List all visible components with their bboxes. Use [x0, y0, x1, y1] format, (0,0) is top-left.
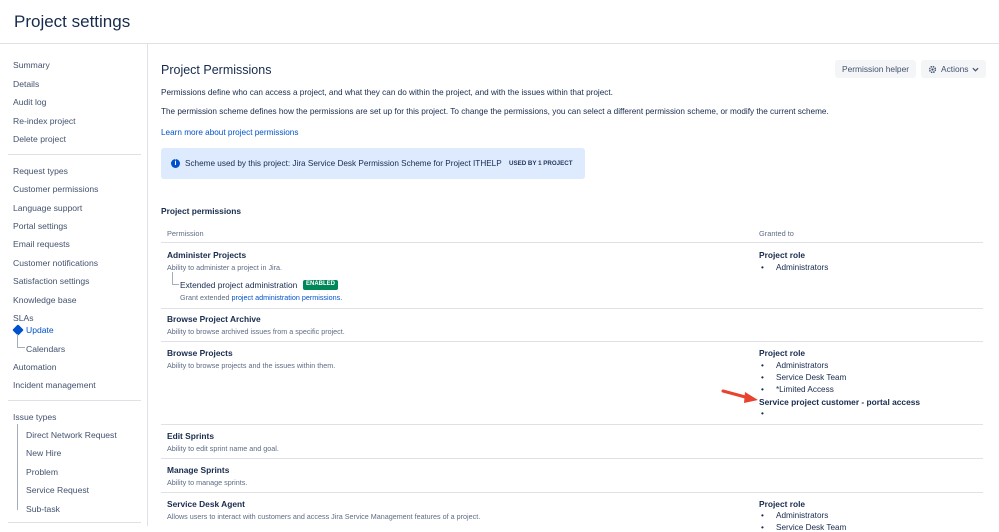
permission-name: Service Desk Agent — [167, 499, 245, 509]
table-row-divider — [161, 458, 983, 459]
sidebar-item-new-hire[interactable]: New Hire — [26, 448, 61, 458]
info-icon: i — [171, 159, 180, 168]
extended-admin-permissions-link[interactable]: project administration permissions. — [232, 293, 343, 302]
main-content: Project Permissions Permission helper Ac… — [149, 44, 999, 532]
gear-icon — [928, 65, 937, 73]
permission-description: Ability to administer a project in Jira. — [167, 263, 283, 272]
grant-type: Project role — [759, 348, 806, 358]
sidebar-divider — [8, 154, 141, 155]
scheme-description: The permission scheme defines how the pe… — [161, 107, 829, 116]
sidebar-item-service-request[interactable]: Service Request — [26, 485, 89, 495]
sidebar-item-delete-project[interactable]: Delete project — [13, 134, 66, 144]
permission-name: Administer Projects — [167, 250, 247, 260]
sidebar-item-sub-task[interactable]: Sub-task — [26, 504, 60, 514]
sidebar-item-knowledge-base[interactable]: Knowledge base — [13, 295, 77, 305]
permission-name: Browse Project Archive — [167, 314, 261, 324]
sidebar-item-incident-management[interactable]: Incident management — [13, 380, 96, 390]
sidebar-item-request-types[interactable]: Request types — [13, 166, 68, 176]
sidebar-item-automation[interactable]: Automation — [13, 362, 56, 372]
extended-admin-desc-prefix: Grant extended — [180, 293, 232, 302]
sidebar-item-reindex[interactable]: Re-index project — [13, 116, 76, 126]
permission-helper-label: Permission helper — [842, 64, 910, 74]
sidebar-item-issue-types[interactable]: Issue types — [13, 412, 56, 422]
chevron-down-icon — [972, 67, 980, 72]
grant-type: Project role — [759, 250, 806, 260]
scheme-usage-badge[interactable]: USED BY 1 PROJECT — [509, 160, 573, 167]
sidebar-divider — [8, 400, 141, 401]
table-row-divider — [161, 424, 983, 425]
sidebar-item-customer-notifications[interactable]: Customer notifications — [13, 258, 98, 268]
sidebar-item-details[interactable]: Details — [13, 79, 39, 89]
sidebar-item-summary[interactable]: Summary — [13, 60, 50, 70]
column-header-granted-to: Granted to — [759, 229, 794, 238]
table-row-divider — [161, 492, 983, 493]
sidebar-item-slas[interactable]: SLAs — [13, 313, 34, 323]
scheme-info-panel: i Scheme used by this project: Jira Serv… — [161, 148, 585, 179]
sidebar-item-customer-permissions[interactable]: Customer permissions — [13, 184, 98, 194]
page-header-title: Project settings — [14, 12, 131, 31]
permission-name: Edit Sprints — [167, 431, 214, 441]
grant-type: Project role — [759, 499, 806, 509]
grant-type: Service project customer - portal access — [759, 397, 921, 407]
grant-item: Service Desk Team — [761, 373, 846, 382]
grant-item: *Limited Access — [761, 385, 834, 394]
tree-connector — [17, 424, 18, 510]
permission-helper-button[interactable]: Permission helper — [835, 60, 917, 78]
header-bar: Project settings — [0, 0, 999, 44]
sidebar-item-email-requests[interactable]: Email requests — [13, 239, 70, 249]
sidebar-item-problem[interactable]: Problem — [26, 467, 58, 477]
table-row-divider — [161, 341, 983, 342]
sidebar-item-portal-settings[interactable]: Portal settings — [13, 221, 67, 231]
permission-description: Ability to manage sprints. — [167, 478, 248, 487]
sidebar-item-satisfaction-settings[interactable]: Satisfaction settings — [13, 276, 89, 286]
permission-description: Ability to browse projects and the issue… — [167, 361, 336, 370]
table-row-divider — [161, 308, 983, 309]
sidebar-divider — [8, 522, 141, 523]
actions-button[interactable]: Actions — [921, 60, 987, 78]
sidebar-item-language-support[interactable]: Language support — [13, 203, 82, 213]
sidebar: Summary Details Audit log Re-index proje… — [0, 44, 148, 526]
grant-item: Administrators — [761, 263, 828, 272]
extended-admin-name: Extended project administration — [180, 280, 298, 290]
enabled-badge: ENABLED — [303, 280, 339, 290]
tree-connector — [172, 272, 179, 285]
permission-description: Ability to browse archived issues from a… — [167, 327, 345, 336]
learn-more-link[interactable]: Learn more about project permissions — [161, 128, 298, 137]
section-title: Project permissions — [161, 206, 242, 216]
actions-label: Actions — [941, 64, 969, 74]
permission-description: Ability to edit sprint name and goal. — [167, 444, 279, 453]
grant-item: Administrators — [761, 361, 828, 370]
table-divider — [161, 242, 983, 243]
sidebar-item-calendars[interactable]: Calendars — [26, 344, 65, 354]
permission-name: Browse Projects — [167, 348, 233, 358]
grant-item: Administrators — [761, 511, 828, 520]
permissions-description: Permissions define who can access a proj… — [161, 88, 613, 97]
page-title: Project Permissions — [161, 63, 272, 77]
tree-connector — [17, 334, 25, 348]
annotation-arrow-icon — [721, 389, 758, 403]
scheme-name: Scheme used by this project: Jira Servic… — [185, 159, 502, 168]
sidebar-item-sla-update[interactable]: Update — [26, 325, 54, 335]
sidebar-item-audit-log[interactable]: Audit log — [13, 97, 46, 107]
permission-description: Allows users to interact with customers … — [167, 512, 481, 521]
extended-admin-description: Grant extended project administration pe… — [180, 293, 342, 302]
grant-item: Service Desk Team — [761, 523, 846, 532]
permission-name: Manage Sprints — [167, 465, 230, 475]
sidebar-item-direct-network-request[interactable]: Direct Network Request — [26, 430, 117, 440]
column-header-permission: Permission — [167, 229, 204, 238]
